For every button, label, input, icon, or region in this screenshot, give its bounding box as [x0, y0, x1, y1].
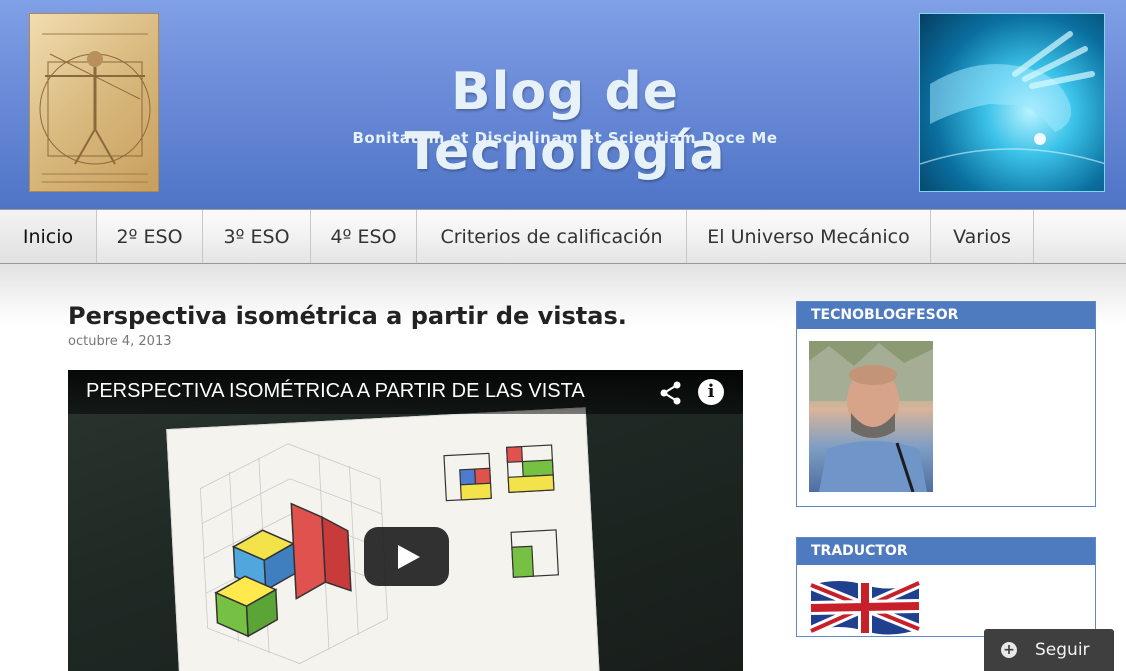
nav-item-4eso[interactable]: 4º ESO [311, 210, 417, 263]
profile-widget-title: TECNOBLOGFESOR [797, 302, 1095, 329]
site-tagline: Bonitatem et Disciplinam et Scientiam Do… [352, 129, 778, 147]
video-topbar: PERSPECTIVA ISOMÉTRICA A PARTIR DE LAS V… [68, 370, 743, 414]
nav-item-3eso[interactable]: 3º ESO [203, 210, 311, 263]
nav-item-inicio[interactable]: Inicio [0, 210, 97, 263]
translate-widget-title: TRADUCTOR [797, 538, 1095, 565]
site-title[interactable]: Blog de Tecnología [300, 62, 830, 182]
nav-item-2eso[interactable]: 2º ESO [97, 210, 203, 263]
share-icon[interactable] [658, 380, 684, 406]
main-nav: Inicio 2º ESO 3º ESO 4º ESO Criterios de… [0, 209, 1126, 264]
video-player[interactable]: PERSPECTIVA ISOMÉTRICA A PARTIR DE LAS V… [68, 370, 743, 671]
nav-item-universo-mecanico[interactable]: El Universo Mecánico [687, 210, 931, 263]
post-date: octubre 4, 2013 [68, 334, 172, 349]
nav-item-criterios[interactable]: Criterios de calificación [417, 210, 687, 263]
translate-widget: TRADUCTOR [796, 537, 1096, 637]
nav-item-varios[interactable]: Varios [931, 210, 1034, 263]
post-title[interactable]: Perspectiva isométrica a partir de vista… [68, 302, 627, 330]
profile-photo[interactable] [809, 341, 933, 492]
site-header: Blog de Tecnología Bonitatem et Discipli… [0, 0, 1126, 209]
uk-flag-icon[interactable] [808, 577, 922, 637]
play-button[interactable] [364, 527, 449, 586]
plus-circle-icon: + [1001, 642, 1017, 658]
info-icon[interactable]: i [698, 379, 724, 405]
digital-hand-image [919, 13, 1105, 192]
follow-label: Seguir [1035, 640, 1090, 660]
profile-widget: TECNOBLOGFESOR [796, 301, 1096, 507]
vitruvian-man-image [29, 13, 159, 192]
play-icon [398, 545, 420, 569]
follow-button[interactable]: + Seguir [984, 629, 1114, 671]
video-title[interactable]: PERSPECTIVA ISOMÉTRICA A PARTIR DE LAS V… [86, 380, 585, 403]
